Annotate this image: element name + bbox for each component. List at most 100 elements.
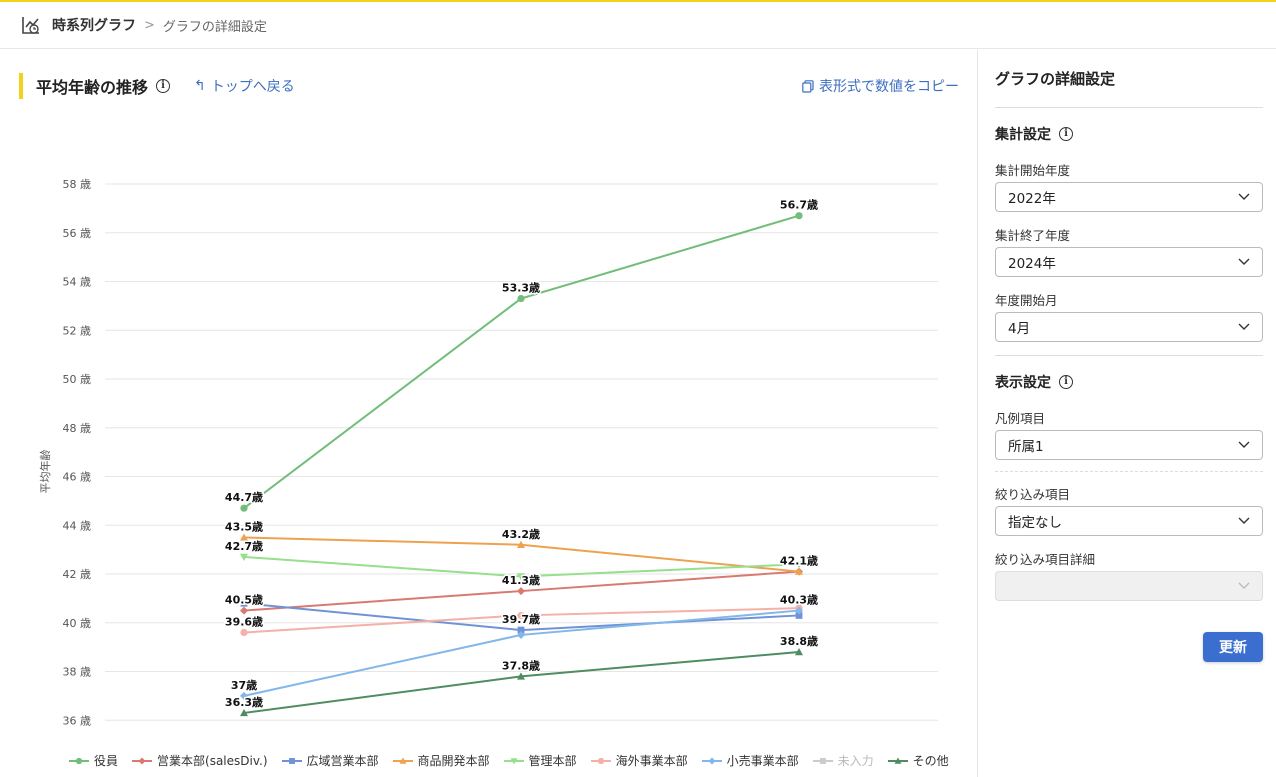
y-tick-label: 44 歳 xyxy=(63,519,92,532)
legend-marker-icon xyxy=(701,757,722,764)
chevron-down-icon xyxy=(1238,258,1250,265)
legend-marker-icon xyxy=(590,757,611,764)
update-button[interactable]: 更新 xyxy=(1203,632,1263,662)
legend-marker-icon xyxy=(281,757,302,764)
y-axis-label: 平均年齢 xyxy=(38,450,52,494)
chevron-down-icon xyxy=(1238,517,1250,524)
chevron-down-icon xyxy=(1238,441,1250,448)
end-year-label: 集計終了年度 xyxy=(995,228,1071,243)
display-section-title: 表示設定 i xyxy=(995,372,1263,392)
y-tick-label: 58 歳 xyxy=(63,178,92,191)
legend-item-select[interactable]: 所属1 xyxy=(995,430,1263,460)
sidebar-title: グラフの詳細設定 xyxy=(995,70,1116,88)
info-icon[interactable]: i xyxy=(156,79,171,93)
legend-item[interactable]: 役員 xyxy=(68,752,118,769)
legend-marker xyxy=(138,757,146,764)
y-tick-label: 46 歳 xyxy=(63,471,92,484)
timeseries-chart-icon xyxy=(22,17,39,34)
end-year-select[interactable]: 2024年 xyxy=(995,247,1263,277)
back-to-top-label: トップへ戻る xyxy=(210,79,295,95)
data-label: 38.8歳 xyxy=(780,634,818,648)
legend-item[interactable]: 広域営業本部 xyxy=(281,752,379,769)
legend-item[interactable]: 海外事業本部 xyxy=(590,752,688,769)
dashed-divider xyxy=(995,471,1263,472)
legend-marker-icon xyxy=(392,757,413,764)
data-label: 42.7歳 xyxy=(225,539,263,553)
filter-label: 絞り込み項目 xyxy=(995,487,1071,502)
chart-title: 平均年齢の推移 xyxy=(36,78,149,97)
y-tick-label: 40 歳 xyxy=(63,617,92,630)
legend-item[interactable]: 小売事業本部 xyxy=(701,752,799,769)
undo-arrow-icon: ↰ xyxy=(194,78,206,94)
breadcrumb-separator: > xyxy=(144,17,155,33)
legend-marker-icon xyxy=(812,757,833,764)
y-tick-label: 38 歳 xyxy=(63,666,92,679)
legend-label: 未入力 xyxy=(837,754,874,768)
legend-item[interactable]: その他 xyxy=(887,752,949,769)
legend-marker xyxy=(288,757,295,764)
data-point xyxy=(240,504,248,512)
start-month-select[interactable]: 4月 xyxy=(995,312,1263,342)
start-month-value: 4月 xyxy=(1008,321,1031,337)
data-point xyxy=(240,628,248,637)
data-label: 37歳 xyxy=(231,678,257,692)
info-icon[interactable]: i xyxy=(1059,127,1073,141)
app-title[interactable]: 時系列グラフ xyxy=(52,15,136,35)
filter-value: 指定なし xyxy=(1008,515,1062,531)
chevron-down-icon xyxy=(1238,323,1250,330)
chart-header: 平均年齢の推移 i ↰ トップへ戻る 表形式で数値をコピー xyxy=(19,73,959,99)
aggregation-section-title: 集計設定 i xyxy=(995,124,1263,144)
chevron-down-icon xyxy=(1238,193,1250,200)
legend-item[interactable]: 営業本部(salesDiv.) xyxy=(131,752,268,769)
start-year-select[interactable]: 2022年 xyxy=(995,182,1263,212)
y-tick-label: 52 歳 xyxy=(63,324,92,337)
legend-label: 広域営業本部 xyxy=(306,754,379,768)
settings-sidebar: グラフの詳細設定 集計設定 i 集計開始年度 2022年 集計終了年度 2024… xyxy=(977,50,1276,777)
legend-marker xyxy=(819,757,826,764)
display-section-label: 表示設定 xyxy=(995,375,1051,391)
chevron-down-icon xyxy=(1238,582,1250,589)
start-year-value: 2022年 xyxy=(1008,191,1056,207)
data-point xyxy=(240,606,248,615)
filter-detail-label: 絞り込み項目詳細 xyxy=(995,552,1096,567)
legend-marker-icon xyxy=(132,757,153,764)
legend-label: 管理本部 xyxy=(528,754,577,768)
copy-table-label: 表形式で数値をコピー xyxy=(819,79,959,95)
data-label: 53.3歳 xyxy=(502,281,540,295)
chart-legend: 役員 営業本部(salesDiv.) 広域営業本部 商品開発本部 管理本部 海外事業本部 小… xyxy=(68,752,962,769)
y-tick-label: 48 歳 xyxy=(63,422,92,435)
y-tick-label: 50 歳 xyxy=(63,373,92,386)
legend-item-value: 所属1 xyxy=(1008,439,1044,455)
legend-label: 海外事業本部 xyxy=(615,754,688,768)
legend-item[interactable]: 商品開発本部 xyxy=(392,752,490,769)
data-label: 41.3歳 xyxy=(502,573,540,587)
back-to-top-link[interactable]: ↰ トップへ戻る xyxy=(194,76,295,96)
data-label: 39.7歳 xyxy=(502,612,540,626)
legend-marker xyxy=(75,757,83,764)
data-label: 42.1歳 xyxy=(780,554,818,568)
data-label: 36.3歳 xyxy=(225,695,263,709)
legend-marker xyxy=(708,757,716,764)
y-tick-label: 36 歳 xyxy=(63,714,92,727)
legend-label: 営業本部(salesDiv.) xyxy=(157,754,268,768)
series-その他 xyxy=(240,648,803,717)
filter-select[interactable]: 指定なし xyxy=(995,506,1263,536)
legend-marker-icon xyxy=(69,757,89,764)
legend-marker-icon xyxy=(503,757,524,764)
legend-label: 小売事業本部 xyxy=(726,754,799,768)
legend-label: 役員 xyxy=(94,754,119,768)
data-label: 43.5歳 xyxy=(225,519,263,533)
breadcrumb-current: グラフの詳細設定 xyxy=(162,19,267,35)
data-point xyxy=(795,212,803,220)
legend-item[interactable]: 管理本部 xyxy=(503,752,577,769)
info-icon[interactable]: i xyxy=(1059,375,1073,389)
legend-label: 商品開発本部 xyxy=(417,754,490,768)
start-month-label: 年度開始月 xyxy=(995,293,1058,308)
data-point xyxy=(517,294,525,303)
legend-item[interactable]: 未入力 xyxy=(812,752,874,769)
legend-label: その他 xyxy=(912,754,949,768)
title-accent-bar xyxy=(19,73,23,99)
data-label: 39.6歳 xyxy=(225,615,263,629)
start-year-label: 集計開始年度 xyxy=(995,163,1071,178)
copy-table-link[interactable]: 表形式で数値をコピー xyxy=(802,76,959,96)
